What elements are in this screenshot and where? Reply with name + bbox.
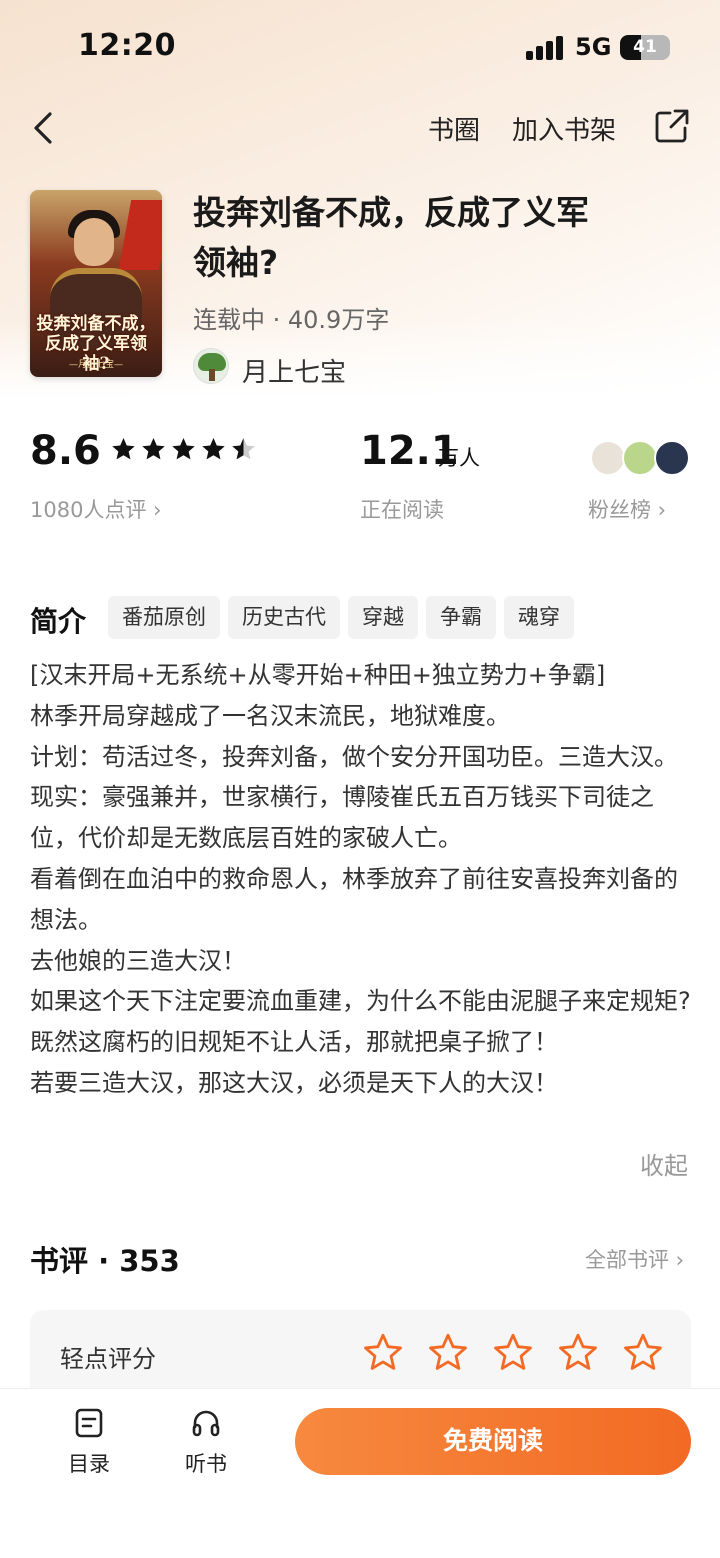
rate-star-icon[interactable]: [622, 1332, 664, 1374]
intro-paragraph: 看着倒在血泊中的救命恩人，林季放弃了前往安喜投奔刘备的想法。: [30, 864, 678, 934]
readers-label: 正在阅读: [360, 498, 444, 522]
fans-ranking-link[interactable]: 粉丝榜 ›: [588, 494, 666, 524]
status-time: 12:20: [78, 28, 176, 63]
battery-icon: 41: [620, 35, 670, 60]
rate-star-icon[interactable]: [557, 1332, 599, 1374]
rate-label: 轻点评分: [60, 1345, 156, 1373]
signal-icon: [526, 36, 564, 60]
readers-unit: 万人: [438, 446, 480, 470]
cover-author: —月上七宝—: [68, 360, 123, 370]
rating-score: 8.6: [30, 428, 101, 474]
author-avatar[interactable]: [193, 348, 229, 384]
rate-star-icon[interactable]: [492, 1332, 534, 1374]
battery-level: 41: [633, 37, 657, 57]
rating-star-icon: [112, 438, 135, 460]
toc-button[interactable]: 目录: [59, 1408, 119, 1478]
fan-avatar: [590, 440, 626, 476]
rating-count-link[interactable]: 1080人点评 ›: [30, 494, 162, 524]
intro-paragraph: 林季开局穿越成了一名汉末流民，地狱难度。: [30, 701, 510, 730]
book-title: 投奔刘备不成，反成了义军领袖?: [193, 193, 589, 282]
intro-paragraph: 若要三造大汉，那这大汉，必须是天下人的大汉！: [30, 1068, 558, 1097]
listen-label: 听书: [185, 1452, 227, 1476]
free-read-button[interactable]: 免费阅读: [295, 1408, 691, 1475]
cover-face: [74, 218, 114, 266]
rating-star-icon: [172, 438, 195, 460]
rating-star-icon: [202, 438, 225, 460]
reviews-title: 书评 · 353: [30, 1244, 180, 1278]
chevron-left-icon[interactable]: [28, 108, 62, 148]
rate-star-icon[interactable]: [427, 1332, 469, 1374]
fan-avatar: [654, 440, 690, 476]
listen-button[interactable]: 听书: [176, 1408, 236, 1478]
collapse-button[interactable]: 收起: [640, 1146, 688, 1181]
rating-star-icon: [142, 438, 165, 460]
tag-list: 番茄原创 历史古代 穿越 争霸 魂穿: [108, 596, 574, 639]
network-type: 5G: [575, 33, 612, 61]
toc-label: 目录: [68, 1452, 110, 1476]
add-to-shelf-button[interactable]: 加入书架: [512, 110, 616, 147]
list-document-icon: [75, 1408, 103, 1438]
tag-chip[interactable]: 番茄原创: [108, 596, 220, 639]
fan-avatar: [622, 440, 658, 476]
author-name[interactable]: 月上七宝: [242, 352, 346, 389]
tag-chip[interactable]: 魂穿: [504, 596, 574, 639]
intro-paragraph: 既然这腐朽的旧规矩不让人活，那就把桌子掀了！: [30, 1028, 558, 1057]
book-meta: 连载中 · 40.9万字: [193, 306, 390, 334]
rate-star-icon[interactable]: [362, 1332, 404, 1374]
intro-paragraph: 如果这个天下注定要流血重建，为什么不能由泥腿子来定规矩?: [30, 987, 691, 1016]
all-reviews-link[interactable]: 全部书评 ›: [585, 1244, 684, 1274]
rating-stars: [110, 436, 257, 466]
book-circle-link[interactable]: 书圈: [428, 110, 480, 147]
fan-avatars[interactable]: [590, 440, 690, 476]
intro-title: 简介: [30, 605, 87, 638]
intro-paragraph: 计划：苟活过冬，投奔刘备，做个安分开国功臣。三造大汉。: [30, 742, 678, 771]
cover-flag: [118, 200, 162, 270]
rating-star-icon: [232, 438, 255, 460]
intro-paragraph: 去他娘的三造大汉！: [30, 946, 246, 975]
headphones-icon: [192, 1410, 220, 1437]
tag-chip[interactable]: 争霸: [426, 596, 496, 639]
tag-chip[interactable]: 历史古代: [228, 596, 340, 639]
intro-paragraph: [汉末开局+无系统+从零开始+种田+独立势力+争霸]: [30, 661, 606, 689]
tag-chip[interactable]: 穿越: [348, 596, 418, 639]
intro-text: [汉末开局+无系统+从零开始+种田+独立势力+争霸] 林季开局穿越成了一名汉末流…: [30, 655, 692, 1104]
book-cover[interactable]: 投奔刘备不成，反成了义军领袖? —月上七宝—: [30, 190, 162, 377]
rate-stars[interactable]: [362, 1332, 664, 1374]
share-icon[interactable]: [654, 108, 690, 144]
intro-paragraph: 现实：豪强兼并，世家横行，博陵崔氏五百万钱买下司徒之位，代价却是无数底层百姓的家…: [30, 783, 654, 853]
